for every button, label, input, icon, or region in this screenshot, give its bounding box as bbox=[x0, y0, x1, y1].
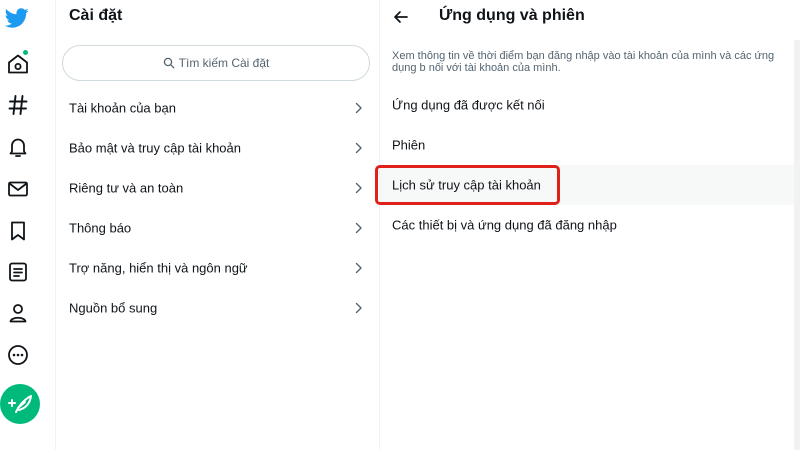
chevron-right-icon bbox=[353, 102, 364, 114]
compose-feather-icon bbox=[0, 384, 40, 424]
settings-search-input[interactable]: Tìm kiếm Cài đặt bbox=[62, 45, 370, 81]
back-button[interactable] bbox=[392, 8, 410, 26]
scrollbar-track[interactable] bbox=[794, 40, 800, 450]
search-placeholder: Tìm kiếm Cài đặt bbox=[178, 56, 270, 70]
notifications-bell-icon[interactable] bbox=[6, 135, 30, 159]
primary-nav-rail bbox=[0, 0, 40, 450]
chevron-right-icon bbox=[353, 262, 364, 274]
detail-item-logged-in-devices[interactable]: Các thiết bị và ứng dụng đã đăng nhập bbox=[380, 205, 800, 245]
settings-item-privacy[interactable]: Riêng tư và an toàn bbox=[56, 168, 379, 208]
detail-item-label: Phiên bbox=[392, 137, 426, 153]
detail-item-account-access-history[interactable]: Lịch sử truy cập tài khoản bbox=[380, 165, 800, 205]
settings-item-label: Nguồn bổ sung bbox=[69, 300, 158, 316]
profile-icon[interactable] bbox=[6, 301, 30, 325]
settings-item-label: Tài khoản của bạn bbox=[69, 100, 176, 116]
detail-item-connected-apps[interactable]: Ứng dụng đã được kết nối bbox=[380, 85, 800, 125]
chevron-right-icon bbox=[353, 222, 364, 234]
settings-item-security[interactable]: Bảo mật và truy cập tài khoản bbox=[56, 128, 379, 168]
detail-description: Xem thông tin về thời điểm bạn đăng nhập… bbox=[392, 50, 775, 74]
twitter-logo-icon[interactable] bbox=[5, 6, 33, 30]
compose-button[interactable] bbox=[0, 384, 40, 424]
settings-item-label: Riêng tư và an toàn bbox=[69, 180, 184, 196]
settings-title: Cài đặt bbox=[69, 7, 123, 24]
settings-item-label: Trợ năng, hiển thị và ngôn ngữ bbox=[69, 260, 248, 276]
home-icon[interactable] bbox=[6, 52, 30, 76]
settings-item-accessibility[interactable]: Trợ năng, hiển thị và ngôn ngữ bbox=[56, 248, 379, 288]
settings-item-label: Thông báo bbox=[69, 220, 132, 236]
settings-item-notifications[interactable]: Thông báo bbox=[56, 208, 379, 248]
lists-icon[interactable] bbox=[6, 260, 30, 284]
detail-item-label: Ứng dụng đã được kết nối bbox=[392, 97, 545, 113]
explore-hashtag-icon[interactable] bbox=[6, 93, 30, 117]
chevron-right-icon bbox=[353, 302, 364, 314]
detail-item-label: Các thiết bị và ứng dụng đã đăng nhập bbox=[392, 217, 617, 233]
settings-item-additional-resources[interactable]: Nguồn bổ sung bbox=[56, 288, 379, 328]
chevron-right-icon bbox=[353, 142, 364, 154]
settings-item-your-account[interactable]: Tài khoản của bạn bbox=[56, 88, 379, 128]
chevron-right-icon bbox=[353, 182, 364, 194]
settings-item-label: Bảo mật và truy cập tài khoản bbox=[69, 140, 241, 156]
detail-item-label: Lịch sử truy cập tài khoản bbox=[392, 177, 541, 193]
more-circle-icon[interactable] bbox=[6, 343, 30, 367]
messages-mail-icon[interactable] bbox=[6, 177, 30, 201]
bookmark-icon[interactable] bbox=[6, 219, 30, 243]
arrow-left-icon bbox=[392, 8, 410, 26]
detail-item-sessions[interactable]: Phiên bbox=[380, 125, 800, 165]
notification-dot bbox=[23, 50, 28, 55]
search-icon bbox=[163, 57, 175, 69]
detail-title: Ứng dụng và phiên bbox=[439, 7, 585, 24]
